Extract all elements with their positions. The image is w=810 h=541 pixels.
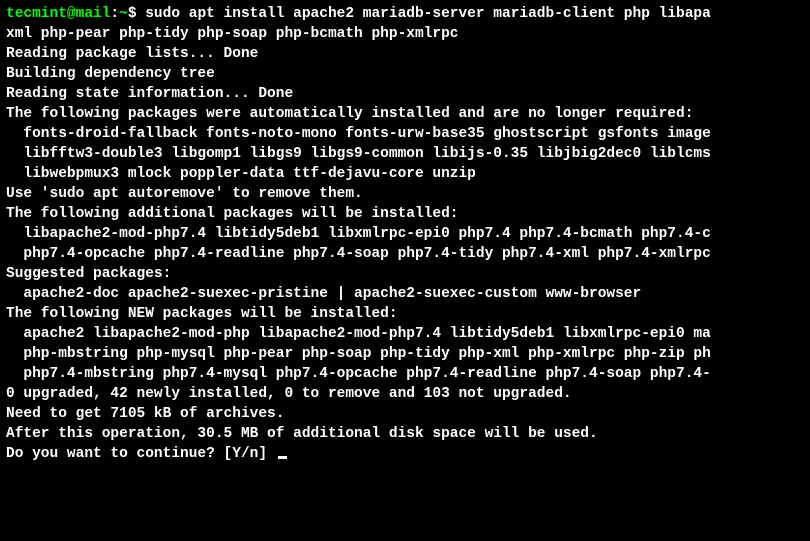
output-line: php7.4-opcache php7.4-readline php7.4-so… — [6, 244, 804, 264]
output-line: libapache2-mod-php7.4 libtidy5deb1 libxm… — [6, 224, 804, 244]
output-line: libwebpmux3 mlock poppler-data ttf-dejav… — [6, 164, 804, 184]
command-text: sudo apt install apache2 mariadb-server … — [145, 6, 711, 22]
output-line: php7.4-mbstring php7.4-mysql php7.4-opca… — [6, 364, 804, 384]
output-line: The following additional packages will b… — [6, 204, 804, 224]
output-line: Suggested packages: — [6, 264, 804, 284]
prompt-separator: : — [110, 6, 119, 22]
output-line: libfftw3-double3 libgomp1 libgs9 libgs9-… — [6, 144, 804, 164]
output-line: The following NEW packages will be insta… — [6, 304, 804, 324]
output-line: Building dependency tree — [6, 64, 804, 84]
output-line: Use 'sudo apt autoremove' to remove them… — [6, 184, 804, 204]
output-line: 0 upgraded, 42 newly installed, 0 to rem… — [6, 384, 804, 404]
output-line: apache2-doc apache2-suexec-pristine | ap… — [6, 284, 804, 304]
output-line: xml php-pear php-tidy php-soap php-bcmat… — [6, 24, 804, 44]
output-line: apache2 libapache2-mod-php libapache2-mo… — [6, 324, 804, 344]
prompt-user-host: tecmint@mail — [6, 6, 110, 22]
output-line: Reading state information... Done — [6, 84, 804, 104]
output-line: fonts-droid-fallback fonts-noto-mono fon… — [6, 124, 804, 144]
output-line: After this operation, 30.5 MB of additio… — [6, 424, 804, 444]
output-line: The following packages were automaticall… — [6, 104, 804, 124]
output-line: php-mbstring php-mysql php-pear php-soap… — [6, 344, 804, 364]
output-line: Reading package lists... Done — [6, 44, 804, 64]
cursor-icon — [278, 456, 287, 459]
terminal-output[interactable]: tecmint@mail:~$ sudo apt install apache2… — [6, 4, 804, 464]
prompt-continue[interactable]: Do you want to continue? [Y/n] — [6, 446, 276, 462]
prompt-path: ~ — [119, 6, 128, 22]
prompt-symbol: $ — [128, 6, 145, 22]
output-line: Need to get 7105 kB of archives. — [6, 404, 804, 424]
